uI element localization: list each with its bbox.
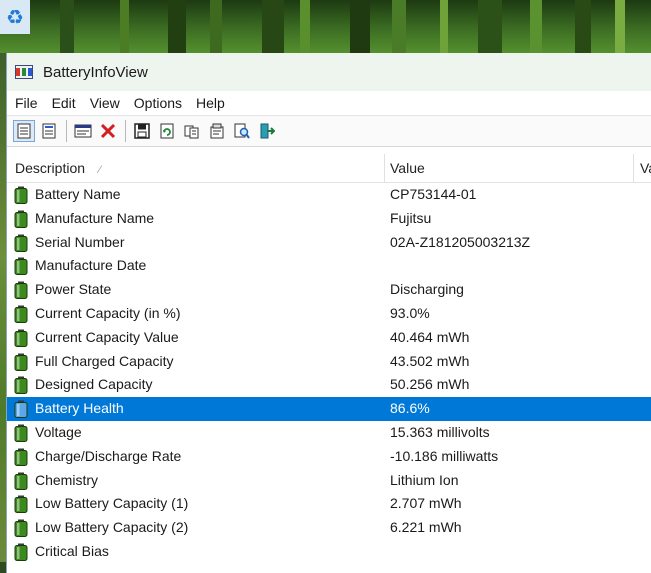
list-row[interactable]: Power State Discharging	[7, 278, 651, 302]
save-icon[interactable]	[131, 120, 153, 142]
row-description: Serial Number	[35, 233, 125, 250]
battery-icon	[14, 543, 28, 561]
list-row[interactable]: Battery Name CP753144-01	[7, 183, 651, 207]
row-value: 6.221 mWh	[390, 519, 462, 536]
list-row[interactable]: Battery Health 86.6%	[7, 397, 651, 421]
list-row[interactable]: Designed Capacity 50.256 mWh	[7, 373, 651, 397]
battery-icon	[14, 376, 28, 395]
row-value: 15.363 millivolts	[390, 423, 490, 440]
properties-icon[interactable]	[206, 120, 228, 142]
row-value: 2.707 mWh	[390, 495, 462, 512]
html-report-icon[interactable]	[13, 120, 35, 142]
row-description: Low Battery Capacity (1)	[35, 495, 189, 512]
row-description: Critical Bias	[35, 542, 109, 559]
battery-icon	[14, 495, 28, 514]
battery-icon	[14, 281, 28, 300]
row-value: 40.464 mWh	[390, 328, 470, 345]
toolbar-separator	[66, 120, 67, 142]
battery-icon	[14, 448, 28, 466]
column-divider[interactable]	[633, 154, 634, 182]
battery-icon	[14, 305, 28, 323]
window-title: BatteryInfoView	[43, 63, 148, 81]
list-row[interactable]: Serial Number 02A-Z181205003213Z	[7, 231, 651, 255]
battery-icon	[14, 234, 28, 252]
row-description: Current Capacity (in %)	[35, 304, 181, 321]
battery-icon	[14, 353, 28, 371]
list-row[interactable]: Current Capacity (in %) 93.0%	[7, 302, 651, 326]
column-value-2[interactable]: Va	[640, 154, 651, 182]
battery-icon	[14, 519, 28, 538]
sort-indicator-icon: ⁄	[99, 164, 101, 176]
row-value: Fujitsu	[390, 209, 432, 226]
list-row[interactable]: Voltage 15.363 millivolts	[7, 421, 651, 445]
battery-icon	[14, 186, 28, 204]
row-description: Manufacture Name	[35, 209, 155, 226]
properties-view-icon[interactable]	[38, 120, 60, 142]
app-window: BatteryInfoView File Edit View Options H…	[6, 53, 651, 573]
title-bar[interactable]: BatteryInfoView	[7, 53, 651, 91]
column-value[interactable]: Value	[390, 154, 630, 182]
battery-icon	[14, 400, 28, 419]
row-value: CP753144-01	[390, 186, 477, 202]
log-window-icon[interactable]	[72, 120, 94, 142]
battery-icon	[14, 472, 28, 490]
row-description: Low Battery Capacity (2)	[35, 519, 189, 536]
list-row[interactable]: Low Battery Capacity (1) 2.707 mWh	[7, 492, 651, 516]
exit-icon[interactable]	[256, 120, 278, 142]
toolbar	[7, 115, 651, 147]
desktop-wallpaper	[0, 0, 651, 60]
battery-icon	[14, 257, 28, 276]
delete-icon[interactable]	[97, 120, 119, 142]
row-description: Current Capacity Value	[35, 328, 179, 345]
row-value: 50.256 mWh	[390, 376, 470, 393]
list-row[interactable]: Manufacture Name Fujitsu	[7, 207, 651, 231]
list-row[interactable]: Current Capacity Value 40.464 mWh	[7, 326, 651, 350]
list-row[interactable]: Charge/Discharge Rate -10.186 milliwatts	[7, 445, 651, 469]
row-description: Charge/Discharge Rate	[35, 447, 182, 464]
refresh-icon[interactable]	[156, 120, 178, 142]
row-description: Designed Capacity	[35, 376, 153, 393]
recycle-bin-icon[interactable]: ♻	[0, 0, 30, 34]
row-value: 86.6%	[390, 400, 430, 417]
list-row[interactable]: Low Battery Capacity (2) 6.221 mWh	[7, 516, 651, 540]
battery-icon	[14, 329, 28, 347]
row-value: Discharging	[390, 281, 464, 298]
battery-icon	[14, 424, 28, 442]
menu-options[interactable]: Options	[128, 91, 188, 115]
row-description: Full Charged Capacity	[35, 352, 174, 369]
row-description: Battery Name	[35, 186, 121, 202]
battery-icon	[14, 210, 28, 228]
row-description: Chemistry	[35, 471, 99, 488]
row-description: Voltage	[35, 423, 82, 440]
row-description: Power State	[35, 281, 112, 298]
menu-help[interactable]: Help	[190, 91, 231, 115]
row-value: 43.502 mWh	[390, 352, 470, 369]
toolbar-separator	[125, 120, 126, 142]
list-row[interactable]: Chemistry Lithium Ion	[7, 469, 651, 493]
row-value: 02A-Z181205003213Z	[390, 233, 531, 250]
list-row[interactable]: Full Charged Capacity 43.502 mWh	[7, 350, 651, 374]
menu-edit[interactable]: Edit	[46, 91, 82, 115]
menu-view[interactable]: View	[84, 91, 126, 115]
row-value: Lithium Ion	[390, 471, 459, 488]
menu-bar: File Edit View Options Help	[7, 91, 651, 115]
row-description: Manufacture Date	[35, 257, 147, 274]
column-description[interactable]: Description ⁄	[15, 154, 379, 182]
property-list: Battery Name CP753144-01 Manufacture Name F…	[7, 183, 651, 564]
copy-icon[interactable]	[181, 120, 203, 142]
row-description: Battery Health	[35, 400, 124, 417]
find-icon[interactable]	[231, 120, 253, 142]
row-value: -10.186 milliwatts	[390, 447, 499, 464]
list-row[interactable]: Manufacture Date	[7, 254, 651, 278]
row-value: 93.0%	[390, 304, 430, 321]
column-divider[interactable]	[384, 154, 385, 182]
list-row[interactable]: Critical Bias	[7, 540, 651, 564]
column-header: Description⁄ Value Va	[7, 154, 651, 183]
app-icon	[15, 65, 33, 79]
menu-file[interactable]: File	[9, 91, 44, 115]
